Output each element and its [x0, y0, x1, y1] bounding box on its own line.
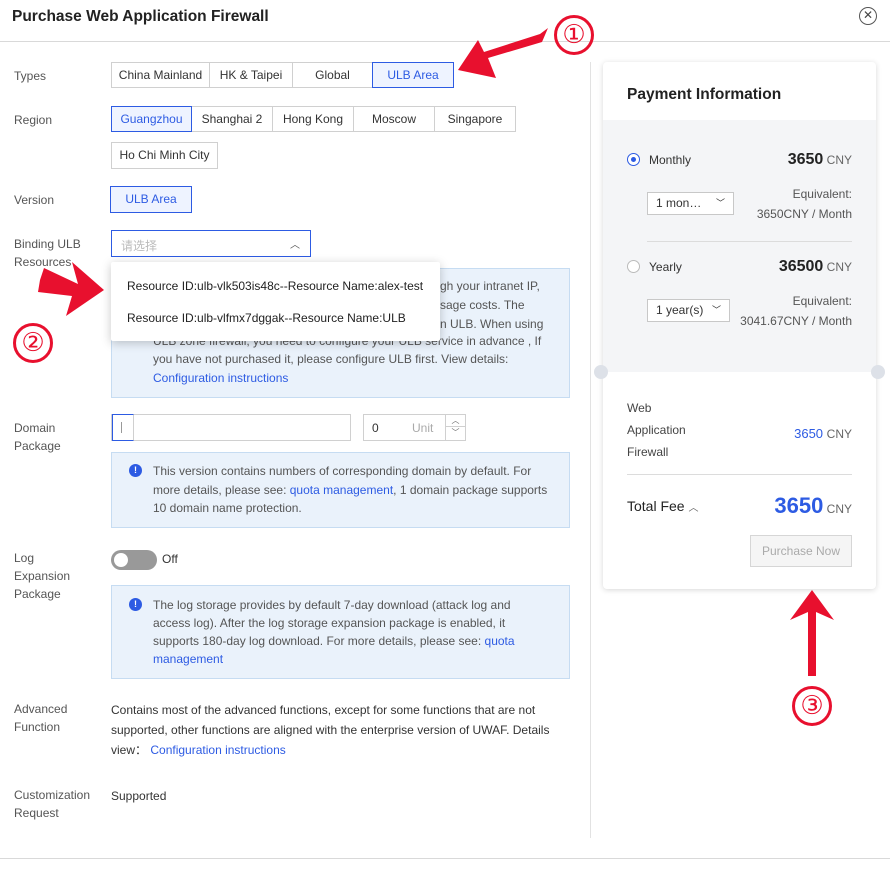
annotation-marker-2: ②	[13, 323, 53, 363]
arrow-1	[458, 28, 548, 78]
version-option-ulb-area[interactable]: ULB Area	[110, 186, 192, 213]
arrow-2	[38, 262, 104, 316]
annotation-overlay	[38, 28, 834, 676]
annotation-marker-3: ③	[792, 686, 832, 726]
annotation-marker-1: ①	[554, 15, 594, 55]
binding-resources-dropdown: Resource ID:ulb-vlk503is48c--Resource Na…	[111, 262, 440, 341]
dropdown-option-ulb[interactable]: Resource ID:ulb-vlfmx7dggak--Resource Na…	[127, 311, 406, 325]
type-option-ulb-area[interactable]: ULB Area	[372, 62, 454, 88]
arrow-3	[790, 590, 834, 676]
dropdown-option-alex-test[interactable]: Resource ID:ulb-vlk503is48c--Resource Na…	[127, 279, 423, 293]
region-option-guangzhou[interactable]: Guangzhou	[111, 106, 192, 132]
